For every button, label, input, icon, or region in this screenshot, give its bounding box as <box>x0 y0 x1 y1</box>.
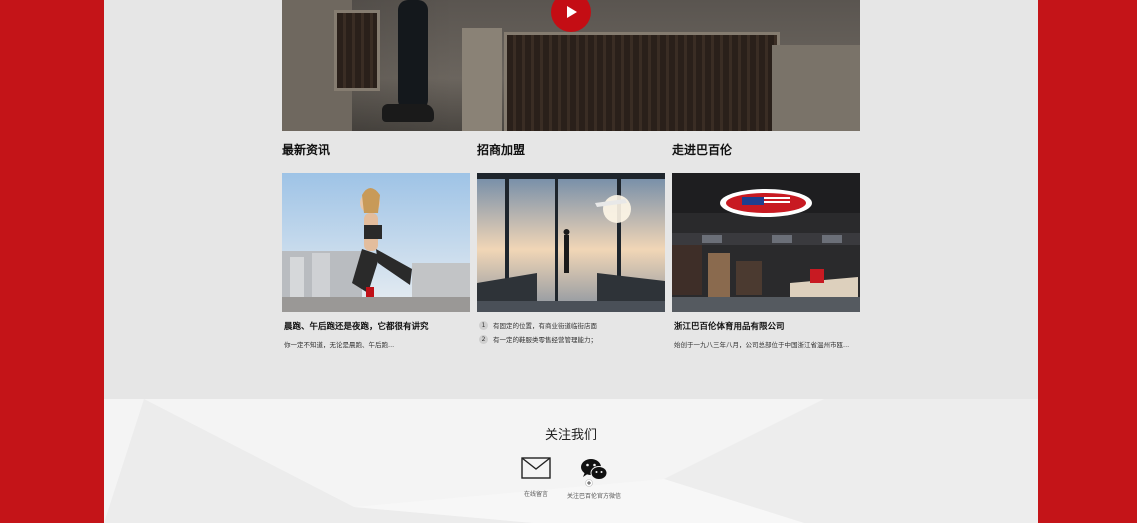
video-banner[interactable] <box>282 0 860 131</box>
mail-icon <box>521 457 551 479</box>
play-icon <box>567 6 577 18</box>
list-number-badge: 2 <box>479 334 488 344</box>
franchise-list-item: 1 有固定的位置，有商业街道临街店面 <box>479 320 597 330</box>
follow-us-title: 关注我们 <box>544 428 597 443</box>
about-image[interactable] <box>672 173 860 312</box>
about-column: 走进巴百伦 浙江巴百伦体育用品有限公司 始创于一九八三年八月，公司总部位于中国浙… <box>672 140 860 349</box>
wechat-follow-button[interactable]: 关注巴百伦官方微信 <box>554 457 634 500</box>
wall-pillar <box>462 28 502 131</box>
about-item-title[interactable]: 浙江巴百伦体育用品有限公司 <box>674 320 785 332</box>
play-button[interactable] <box>551 0 591 32</box>
wall-right <box>772 45 860 131</box>
franchise-list-item: 2 有一定的鞋服类零售经营管理能力； <box>479 334 597 344</box>
franchise-list-text: 有一定的鞋服类零售经营管理能力； <box>493 336 597 344</box>
footer: 关注我们 在线留言 关注巴百伦官方微信 <box>104 399 1038 523</box>
about-title: 走进巴百伦 <box>672 143 733 157</box>
runner-leg <box>398 0 428 110</box>
franchise-image[interactable] <box>477 173 665 312</box>
franchise-list-text: 有固定的位置，有商业街道临街店面 <box>493 322 597 330</box>
news-item-desc: 你一定不知道，无论是晨跑、午后跑... <box>284 341 395 349</box>
news-title: 最新资讯 <box>282 143 331 157</box>
franchise-column: 招商加盟 1 有固定的位置，有商业街道临街店面 2 有一定的鞋服类零售经营管理能… <box>477 140 665 344</box>
news-item-title[interactable]: 晨跑、午后跑还是夜跑，它都很有讲究 <box>284 320 429 332</box>
about-item-desc: 始创于一九八三年八月，公司总部位于中国浙江省温州市瓯... <box>674 341 850 349</box>
news-image[interactable] <box>282 173 470 312</box>
news-column: 最新资讯 晨跑、午后跑还是夜跑，它都很有讲究 你一定不知道，无论是晨跑、午后跑.… <box>282 140 470 349</box>
window-left <box>334 10 380 91</box>
franchise-title: 招商加盟 <box>477 143 526 157</box>
wechat-follow-label: 关注巴百伦官方微信 <box>566 493 621 500</box>
page-container: 最新资讯 晨跑、午后跑还是夜跑，它都很有讲究 你一定不知道，无论是晨跑、午后跑.… <box>104 0 1038 523</box>
window-right <box>504 32 780 131</box>
runner-shoe <box>382 104 434 122</box>
wechat-icon <box>581 459 608 487</box>
list-number-badge: 1 <box>479 320 488 330</box>
